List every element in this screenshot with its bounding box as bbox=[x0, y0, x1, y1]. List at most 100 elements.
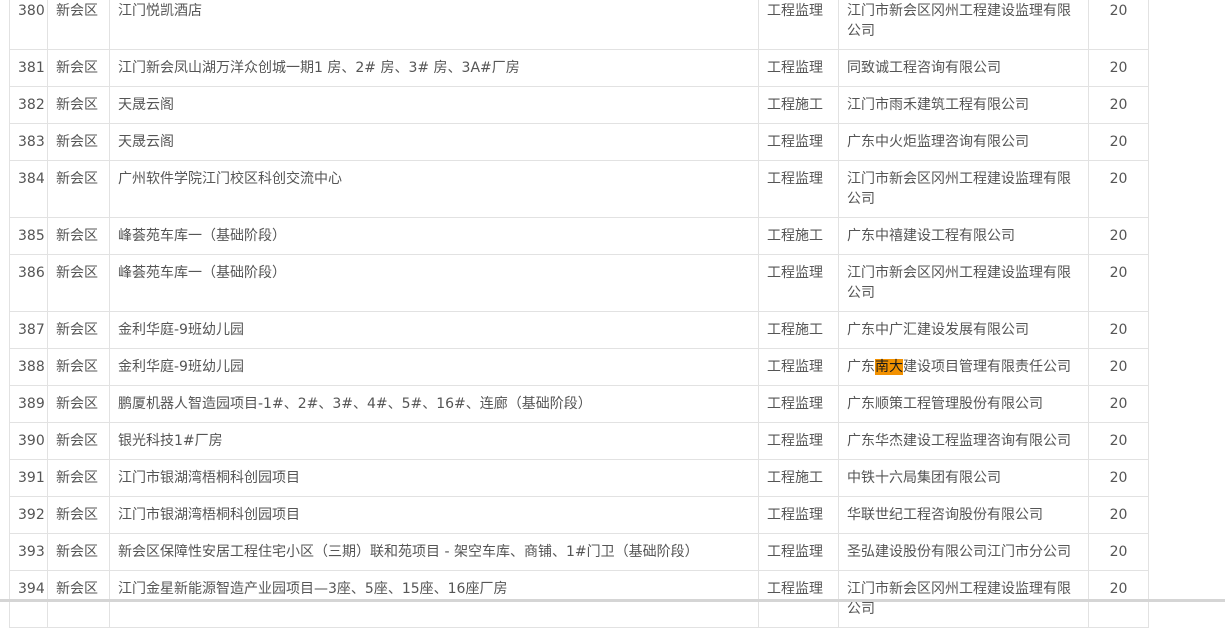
project-cell: 银光科技1#厂房 bbox=[109, 422, 759, 460]
company-cell: 江门市新会区冈州工程建设监理有限公司 bbox=[838, 160, 1089, 218]
score-cell: 20 bbox=[1088, 0, 1149, 50]
project-cell: 江门悦凯酒店 bbox=[109, 0, 759, 50]
company-cell: 广东华杰建设工程监理咨询有限公司 bbox=[838, 422, 1089, 460]
district-cell: 新会区 bbox=[47, 533, 110, 571]
project-cell: 金利华庭-9班幼儿园 bbox=[109, 348, 759, 386]
company-cell: 广东中火炬监理咨询有限公司 bbox=[838, 123, 1089, 161]
project-score-table: 380 新会区 江门悦凯酒店 工程监理 江门市新会区冈州工程建设监理有限公司 2… bbox=[9, 0, 1149, 628]
company-cell: 江门市新会区冈州工程建设监理有限公司 bbox=[838, 0, 1089, 50]
district-cell: 新会区 bbox=[47, 311, 110, 349]
project-cell: 新会区保障性安居工程住宅小区（三期）联和苑项目 - 架空车库、商铺、1#门卫（基… bbox=[109, 533, 759, 571]
district-cell: 新会区 bbox=[47, 348, 110, 386]
score-cell: 20 bbox=[1088, 496, 1149, 534]
type-cell: 工程监理 bbox=[758, 254, 839, 312]
score-cell: 20 bbox=[1088, 49, 1149, 87]
project-cell: 江门市银湖湾梧桐科创园项目 bbox=[109, 459, 759, 497]
project-cell: 金利华庭-9班幼儿园 bbox=[109, 311, 759, 349]
score-cell: 20 bbox=[1088, 533, 1149, 571]
type-cell: 工程监理 bbox=[758, 49, 839, 87]
score-cell: 20 bbox=[1088, 217, 1149, 255]
row-number: 383 bbox=[9, 123, 48, 161]
type-cell: 工程施工 bbox=[758, 86, 839, 124]
district-cell: 新会区 bbox=[47, 422, 110, 460]
project-cell: 天晟云阁 bbox=[109, 86, 759, 124]
score-cell: 20 bbox=[1088, 459, 1149, 497]
district-cell: 新会区 bbox=[47, 123, 110, 161]
company-cell: 江门市雨禾建筑工程有限公司 bbox=[838, 86, 1089, 124]
district-cell: 新会区 bbox=[47, 385, 110, 423]
table-row: 390 新会区 银光科技1#厂房 工程监理 广东华杰建设工程监理咨询有限公司 2… bbox=[9, 422, 1149, 460]
company-cell: 广东中广汇建设发展有限公司 bbox=[838, 311, 1089, 349]
table-row: 387 新会区 金利华庭-9班幼儿园 工程施工 广东中广汇建设发展有限公司 20 bbox=[9, 311, 1149, 349]
type-cell: 工程监理 bbox=[758, 123, 839, 161]
project-cell: 天晟云阁 bbox=[109, 123, 759, 161]
type-cell: 工程施工 bbox=[758, 217, 839, 255]
search-highlight: 南大 bbox=[875, 359, 903, 375]
type-cell: 工程施工 bbox=[758, 459, 839, 497]
table-row: 389 新会区 鹏厦机器人智造园项目-1#、2#、3#、4#、5#、16#、连廊… bbox=[9, 385, 1149, 423]
type-cell: 工程监理 bbox=[758, 160, 839, 218]
project-cell: 江门市银湖湾梧桐科创园项目 bbox=[109, 496, 759, 534]
company-cell: 江门市新会区冈州工程建设监理有限公司 bbox=[838, 254, 1089, 312]
table-row: 392 新会区 江门市银湖湾梧桐科创园项目 工程监理 华联世纪工程咨询股份有限公… bbox=[9, 496, 1149, 534]
type-cell: 工程监理 bbox=[758, 385, 839, 423]
row-number: 390 bbox=[9, 422, 48, 460]
score-cell: 20 bbox=[1088, 422, 1149, 460]
row-number: 381 bbox=[9, 49, 48, 87]
type-cell: 工程监理 bbox=[758, 533, 839, 571]
district-cell: 新会区 bbox=[47, 217, 110, 255]
table-row: 384 新会区 广州软件学院江门校区科创交流中心 工程监理 江门市新会区冈州工程… bbox=[9, 160, 1149, 218]
project-cell: 峰荟苑车库一（基础阶段） bbox=[109, 217, 759, 255]
table-row: 388 新会区 金利华庭-9班幼儿园 工程监理 广东南大建设项目管理有限责任公司… bbox=[9, 348, 1149, 386]
row-number: 382 bbox=[9, 86, 48, 124]
table-row: 382 新会区 天晟云阁 工程施工 江门市雨禾建筑工程有限公司 20 bbox=[9, 86, 1149, 124]
company-cell: 中铁十六局集团有限公司 bbox=[838, 459, 1089, 497]
type-cell: 工程施工 bbox=[758, 311, 839, 349]
company-text-suffix: 建设项目管理有限责任公司 bbox=[903, 359, 1071, 375]
district-cell: 新会区 bbox=[47, 160, 110, 218]
row-number: 391 bbox=[9, 459, 48, 497]
row-number: 387 bbox=[9, 311, 48, 349]
project-cell: 广州软件学院江门校区科创交流中心 bbox=[109, 160, 759, 218]
project-cell: 江门新会凤山湖万洋众创城一期1 房、2# 房、3# 房、3A#厂房 bbox=[109, 49, 759, 87]
company-cell: 广东中禧建设工程有限公司 bbox=[838, 217, 1089, 255]
district-cell: 新会区 bbox=[47, 49, 110, 87]
table-row: 383 新会区 天晟云阁 工程监理 广东中火炬监理咨询有限公司 20 bbox=[9, 123, 1149, 161]
type-cell: 工程监理 bbox=[758, 422, 839, 460]
row-number: 384 bbox=[9, 160, 48, 218]
company-text-prefix: 广东 bbox=[847, 359, 875, 375]
score-cell: 20 bbox=[1088, 348, 1149, 386]
table-row: 385 新会区 峰荟苑车库一（基础阶段） 工程施工 广东中禧建设工程有限公司 2… bbox=[9, 217, 1149, 255]
row-number: 389 bbox=[9, 385, 48, 423]
district-cell: 新会区 bbox=[47, 0, 110, 50]
table-row: 380 新会区 江门悦凯酒店 工程监理 江门市新会区冈州工程建设监理有限公司 2… bbox=[9, 0, 1149, 50]
district-cell: 新会区 bbox=[47, 496, 110, 534]
row-number: 386 bbox=[9, 254, 48, 312]
company-cell: 广东南大建设项目管理有限责任公司 bbox=[838, 348, 1089, 386]
score-cell: 20 bbox=[1088, 160, 1149, 218]
score-cell: 20 bbox=[1088, 123, 1149, 161]
score-cell: 20 bbox=[1088, 254, 1149, 312]
district-cell: 新会区 bbox=[47, 254, 110, 312]
type-cell: 工程监理 bbox=[758, 348, 839, 386]
company-cell: 广东顺策工程管理股份有限公司 bbox=[838, 385, 1089, 423]
table-row: 391 新会区 江门市银湖湾梧桐科创园项目 工程施工 中铁十六局集团有限公司 2… bbox=[9, 459, 1149, 497]
company-cell: 华联世纪工程咨询股份有限公司 bbox=[838, 496, 1089, 534]
row-number: 380 bbox=[9, 0, 48, 50]
score-cell: 20 bbox=[1088, 86, 1149, 124]
project-cell: 峰荟苑车库一（基础阶段） bbox=[109, 254, 759, 312]
row-number: 392 bbox=[9, 496, 48, 534]
table-container: 380 新会区 江门悦凯酒店 工程监理 江门市新会区冈州工程建设监理有限公司 2… bbox=[0, 0, 1225, 628]
table-row: 386 新会区 峰荟苑车库一（基础阶段） 工程监理 江门市新会区冈州工程建设监理… bbox=[9, 254, 1149, 312]
district-cell: 新会区 bbox=[47, 86, 110, 124]
project-cell: 鹏厦机器人智造园项目-1#、2#、3#、4#、5#、16#、连廊（基础阶段） bbox=[109, 385, 759, 423]
type-cell: 工程监理 bbox=[758, 496, 839, 534]
row-number: 388 bbox=[9, 348, 48, 386]
score-cell: 20 bbox=[1088, 311, 1149, 349]
type-cell: 工程监理 bbox=[758, 0, 839, 50]
row-number: 393 bbox=[9, 533, 48, 571]
company-cell: 圣弘建设股份有限公司江门市分公司 bbox=[838, 533, 1089, 571]
district-cell: 新会区 bbox=[47, 459, 110, 497]
company-cell: 同致诚工程咨询有限公司 bbox=[838, 49, 1089, 87]
score-cell: 20 bbox=[1088, 385, 1149, 423]
